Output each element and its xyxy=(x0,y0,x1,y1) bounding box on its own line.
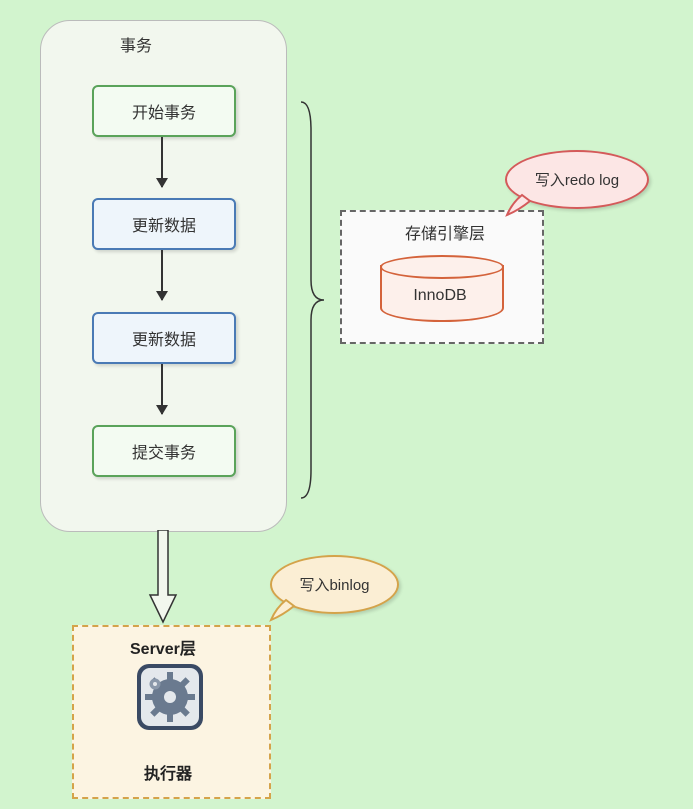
step-label: 更新数据 xyxy=(132,326,196,350)
step-label: 提交事务 xyxy=(132,439,196,463)
callout-tail-icon xyxy=(268,598,298,623)
server-layer-title: Server层 xyxy=(130,635,196,659)
storage-engine-title: 存储引擎层 xyxy=(405,220,485,244)
step-label: 更新数据 xyxy=(132,212,196,236)
step-commit-transaction: 提交事务 xyxy=(92,425,236,477)
arrow-icon xyxy=(161,137,163,187)
innodb-label: InnoDB xyxy=(380,287,500,305)
step-start-transaction: 开始事务 xyxy=(92,85,236,137)
callout-tail-icon xyxy=(504,193,534,218)
hollow-arrow-icon xyxy=(148,530,178,625)
innodb-cylinder-icon: InnoDB xyxy=(380,255,500,325)
step-update-data-2: 更新数据 xyxy=(92,312,236,364)
arrow-icon xyxy=(161,364,163,414)
executor-label: 执行器 xyxy=(144,760,192,784)
brace-icon xyxy=(296,100,326,500)
arrow-icon xyxy=(161,250,163,300)
step-label: 开始事务 xyxy=(132,99,196,123)
callout-text: 写入binlog xyxy=(299,574,369,595)
step-update-data-1: 更新数据 xyxy=(92,198,236,250)
callout-text: 写入redo log xyxy=(535,169,619,190)
transaction-title: 事务 xyxy=(120,32,152,56)
executor-gear-icon xyxy=(135,662,205,732)
